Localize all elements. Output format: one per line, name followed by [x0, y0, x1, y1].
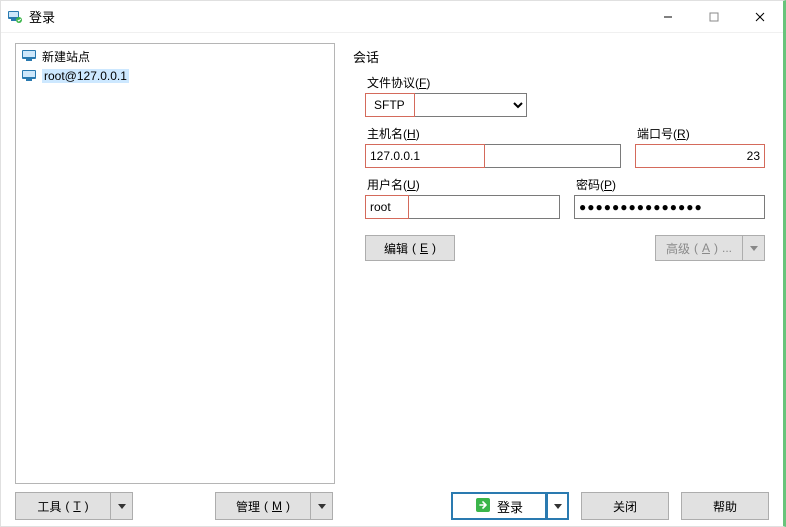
minimize-button[interactable]: [645, 1, 691, 33]
password-input[interactable]: ●●●●●●●●●●●●●●●: [579, 200, 703, 214]
site-item-new[interactable]: 新建站点: [18, 46, 332, 66]
login-button[interactable]: 登录: [451, 492, 547, 520]
help-button[interactable]: 帮助: [681, 492, 769, 520]
advanced-caret[interactable]: [743, 235, 765, 261]
login-split-button[interactable]: 登录: [451, 492, 569, 520]
advanced-button[interactable]: 高级(A)...: [655, 235, 743, 261]
app-icon: [7, 9, 23, 25]
advanced-split-button[interactable]: 高级(A)...: [655, 235, 765, 261]
manage-button[interactable]: 管理(M): [215, 492, 311, 520]
manage-caret[interactable]: [311, 492, 333, 520]
monitor-icon: [21, 49, 37, 63]
site-item-label: 新建站点: [42, 48, 90, 65]
titlebar: 登录: [1, 1, 783, 33]
tools-button[interactable]: 工具(T): [15, 492, 111, 520]
session-form: 会话 文件协议(F) SFTP 主机名(H): [349, 43, 769, 484]
site-item-session[interactable]: root@127.0.0.1: [18, 66, 332, 86]
tools-dropdown[interactable]: 工具(T): [15, 492, 133, 520]
session-group-label: 会话: [353, 47, 765, 66]
close-dialog-button[interactable]: 关闭: [581, 492, 669, 520]
site-list[interactable]: 新建站点 root@127.0.0.1: [15, 43, 335, 484]
maximize-button[interactable]: [691, 1, 737, 33]
port-input[interactable]: [635, 144, 765, 168]
port-label: 端口号(R): [637, 125, 765, 142]
window-title: 登录: [29, 7, 55, 26]
site-item-label: root@127.0.0.1: [42, 69, 129, 83]
monitor-icon: [21, 69, 37, 83]
tools-caret[interactable]: [111, 492, 133, 520]
password-label: 密码(P): [576, 176, 765, 193]
window-controls: [645, 1, 783, 32]
username-label: 用户名(U): [367, 176, 560, 193]
edit-button[interactable]: 编辑(E): [365, 235, 455, 261]
host-label: 主机名(H): [367, 125, 621, 142]
login-icon: [475, 497, 491, 516]
body: 新建站点 root@127.0.0.1 会话 文件协议(F): [1, 33, 783, 526]
protocol-select[interactable]: SFTP: [365, 93, 527, 117]
footer: 工具(T) 管理(M): [15, 484, 769, 520]
host-input[interactable]: [365, 144, 621, 168]
username-input[interactable]: [365, 195, 560, 219]
login-window: 登录 新建站点: [0, 0, 786, 527]
login-caret[interactable]: [547, 492, 569, 520]
protocol-label: 文件协议(F): [367, 74, 765, 91]
manage-dropdown[interactable]: 管理(M): [215, 492, 333, 520]
close-button[interactable]: [737, 1, 783, 33]
